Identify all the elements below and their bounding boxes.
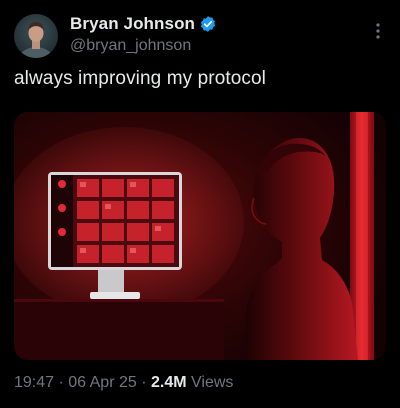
- meta-separator: ·: [136, 374, 151, 391]
- verified-badge-icon[interactable]: [199, 15, 217, 33]
- media-image: [14, 112, 386, 360]
- display-name[interactable]: Bryan Johnson: [70, 14, 195, 34]
- tweet-header: Bryan Johnson @bryan_johnson: [14, 13, 386, 61]
- author-handle[interactable]: @bryan_johnson: [70, 37, 217, 55]
- author-names: Bryan Johnson @bryan_johnson: [70, 13, 217, 55]
- meta-separator: ·: [54, 374, 69, 391]
- tweet-meta: 19:47 · 06 Apr 25 · 2.4M Views: [14, 374, 233, 392]
- more-vertical-icon[interactable]: [370, 21, 386, 41]
- tweet-time[interactable]: 19:47: [14, 374, 54, 391]
- avatar-image: [18, 22, 54, 58]
- avatar[interactable]: [14, 14, 58, 58]
- views-label: Views: [186, 374, 234, 391]
- tweet-date[interactable]: 06 Apr 25: [68, 374, 137, 391]
- tweet-text: always improving my protocol: [14, 68, 266, 89]
- tweet-media[interactable]: [14, 112, 386, 360]
- display-name-row: Bryan Johnson: [70, 13, 217, 35]
- views-count[interactable]: 2.4M: [151, 374, 187, 391]
